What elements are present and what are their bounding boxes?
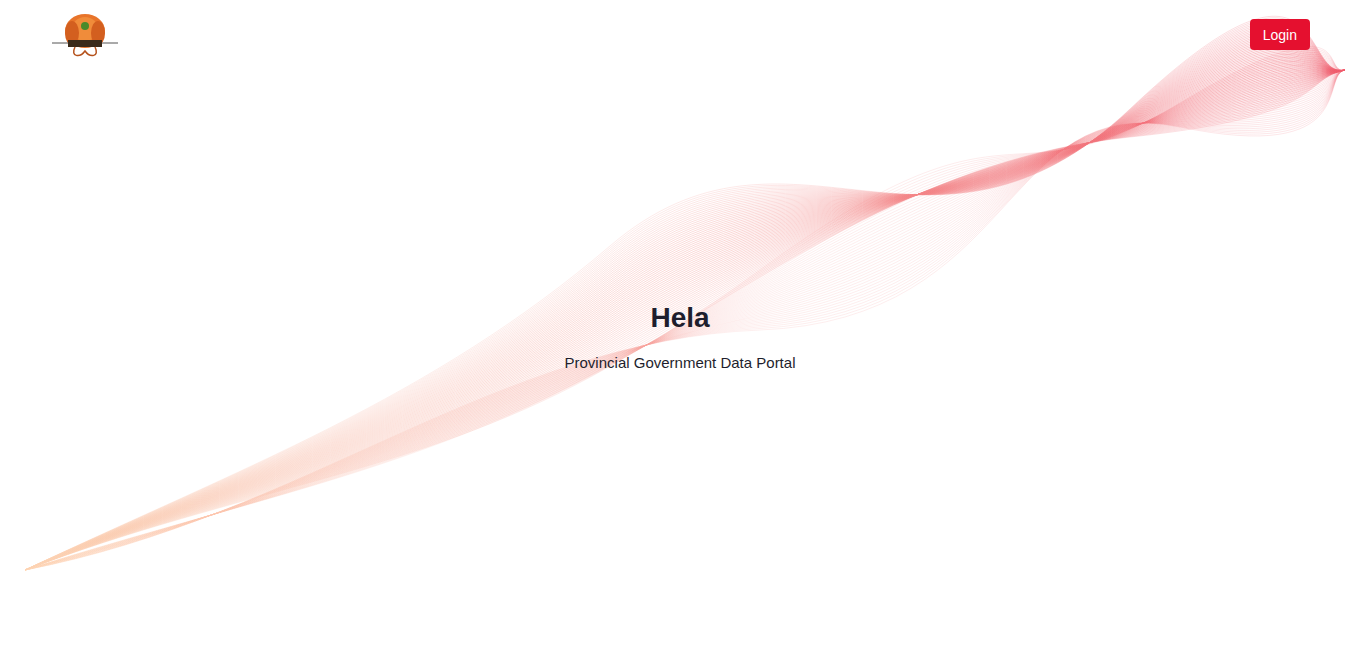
page: Login Hela Provincial Government Data Port… xyxy=(0,0,1360,667)
header: Login xyxy=(0,0,1360,70)
hero-title: Hela xyxy=(650,300,709,336)
hero: Hela Provincial Government Data Portal xyxy=(0,70,1360,667)
emblem-logo-icon xyxy=(50,11,120,59)
login-button[interactable]: Login xyxy=(1250,19,1310,50)
hero-subtitle: Provincial Government Data Portal xyxy=(565,352,796,374)
wave-ribbon-icon xyxy=(0,0,1360,667)
